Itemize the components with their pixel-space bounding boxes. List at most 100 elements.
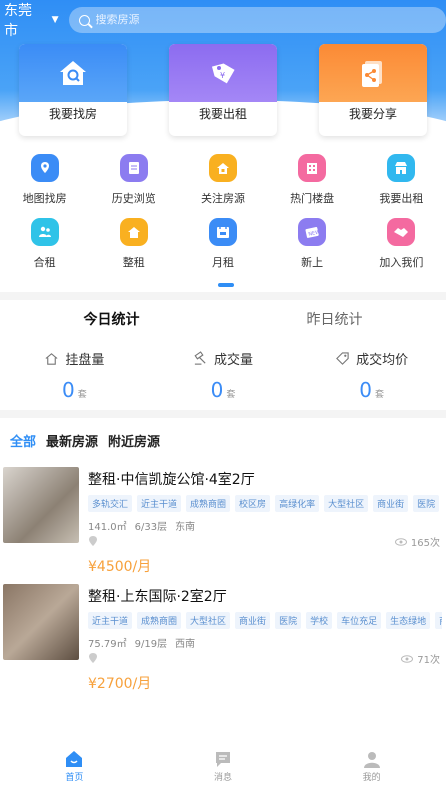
divider (0, 410, 446, 418)
grid-item-label: 历史浏览 (111, 192, 156, 205)
tab-today-stats[interactable]: 今日统计 (0, 300, 223, 340)
grid-item-hot-buildings[interactable]: 热门楼盘 (268, 150, 357, 214)
stat-listings: 挂盘量 0套 (0, 340, 149, 402)
profile-icon (363, 752, 380, 768)
share-icon (362, 61, 382, 87)
find-house-card[interactable]: 我要找房 (19, 44, 127, 136)
grid-item-label: 地图找房 (22, 192, 67, 205)
listing-area: 75.79㎡ (88, 639, 127, 650)
grid-item-join-us[interactable]: 加入我们 (357, 214, 446, 278)
listing-photo (3, 584, 79, 660)
history-icon (119, 154, 148, 182)
stats-tabs: 今日统计 昨日统计 (0, 300, 446, 340)
listing-price: ¥4500/月 (88, 559, 152, 575)
view-count: 165次 (410, 538, 440, 549)
listing-tag: 校区房 (235, 495, 271, 512)
people-icon (30, 218, 59, 246)
listing-tag: 多轨交汇 (88, 495, 133, 512)
tab-home[interactable]: 首页 (0, 745, 149, 785)
search-bar[interactable] (68, 7, 446, 33)
building-icon (298, 154, 327, 182)
store-icon (387, 154, 416, 182)
listing-tags: 近主干道 成熟商圈 大型社区 商业街 医院 学校 车位充足 生态绿地 商 (88, 612, 442, 629)
city-selector[interactable]: 东莞市 ▼ (4, 0, 59, 40)
map-icon (30, 154, 59, 182)
stat-value: 0 (61, 378, 75, 402)
tab-latest[interactable]: 最新房源 (46, 431, 98, 450)
view-count: 71次 (417, 655, 440, 666)
tab-yesterday-stats[interactable]: 昨日统计 (223, 300, 446, 340)
listing-tag: 生态绿地 (386, 612, 431, 629)
listing-tag: 大型社区 (324, 495, 369, 512)
grid-item-rent-out[interactable]: 我要出租 (357, 150, 446, 214)
find-house-label: 我要找房 (48, 107, 97, 121)
header: 东莞市 ▼ (0, 0, 446, 40)
tab-profile[interactable]: 我的 (297, 745, 446, 785)
home-tab-icon (66, 751, 83, 767)
listing-views: 165次 (394, 534, 440, 549)
listing-floor: 6/33层 (134, 522, 168, 533)
tab-messages[interactable]: 消息 (149, 745, 298, 785)
listing-tag: 高绿化率 (275, 495, 320, 512)
eye-icon (401, 654, 414, 663)
listing-title: 整租·中信凯旋公馆·4室2厅 (88, 472, 255, 488)
stat-unit: 套 (226, 390, 236, 400)
stat-label: 成交均价 (356, 352, 409, 368)
grid-item-label: 热门楼盘 (290, 192, 335, 205)
grid-item-label: 合租 (33, 256, 56, 269)
grid-item-label: 月租 (211, 256, 234, 269)
grid-item-label: 加入我们 (379, 256, 424, 269)
tab-all[interactable]: 全部 (10, 431, 36, 450)
share-label: 我要分享 (348, 107, 397, 121)
listing-price: ¥2700/月 (88, 676, 152, 692)
listing-tag: 学校 (306, 612, 333, 629)
grid-item-history[interactable]: 历史浏览 (89, 150, 178, 214)
share-card[interactable]: 我要分享 (319, 44, 427, 136)
grid-item-label: 关注房源 (200, 192, 245, 205)
house-outline-icon (45, 352, 58, 365)
stat-deals: 成交量 0套 (149, 340, 298, 402)
search-icon (78, 14, 90, 26)
location-pin-icon (89, 653, 97, 663)
grid-item-shared-rent[interactable]: 合租 (0, 214, 89, 278)
listing-tag: 近主干道 (88, 612, 133, 629)
listing-tag: 商 (435, 612, 442, 629)
grid-item-whole-rent[interactable]: 整租 (89, 214, 178, 278)
city-name: 东莞市 (4, 3, 32, 39)
stats-panel: 挂盘量 0套 成交量 0套 成交均价 0套 (0, 340, 446, 402)
main-actions: 我要找房 ¥ 我要出租 我要分享 (0, 44, 446, 136)
svg-text:NEW: NEW (308, 229, 320, 237)
caret-down-icon: ▼ (51, 15, 59, 25)
home-icon (119, 218, 148, 246)
stat-unit: 套 (77, 390, 87, 400)
listing-photo (3, 467, 79, 543)
location-pin-icon (89, 536, 97, 546)
listing-orientation: 西南 (175, 639, 196, 650)
listing-tag: 成熟商圈 (186, 495, 231, 512)
house-search-icon (60, 61, 86, 85)
search-input[interactable] (95, 14, 396, 26)
rent-out-card[interactable]: ¥ 我要出租 (169, 44, 277, 136)
rent-out-label: 我要出租 (198, 107, 247, 121)
grid-item-map-search[interactable]: 地图找房 (0, 150, 89, 214)
favorite-house-icon (208, 154, 237, 182)
list-item[interactable]: 整租·中信凯旋公馆·4室2厅 多轨交汇 近主干道 成熟商圈 校区房 高绿化率 大… (0, 466, 446, 583)
listing-title: 整租·上东国际·2室2厅 (88, 589, 227, 605)
page-indicator (218, 283, 234, 287)
listing-orientation: 东南 (175, 522, 196, 533)
stat-value: 0 (359, 378, 373, 402)
tab-label: 我的 (362, 773, 381, 783)
grid-item-new[interactable]: NEW 新上 (268, 214, 357, 278)
listing-tag: 近主干道 (137, 495, 182, 512)
grid-item-monthly-rent[interactable]: 月租 (178, 214, 267, 278)
stat-unit: 套 (375, 390, 385, 400)
grid-item-favorites[interactable]: 关注房源 (178, 150, 267, 214)
listing-floor: 9/19层 (134, 639, 168, 650)
list-item[interactable]: 整租·上东国际·2室2厅 近主干道 成熟商圈 大型社区 商业街 医院 学校 车位… (0, 583, 446, 700)
tab-label: 消息 (214, 773, 233, 783)
stat-value: 0 (210, 378, 224, 402)
tab-nearby[interactable]: 附近房源 (108, 431, 160, 450)
listing-tag: 成熟商圈 (137, 612, 182, 629)
handshake-icon (387, 218, 416, 246)
new-badge-icon: NEW (298, 218, 327, 246)
